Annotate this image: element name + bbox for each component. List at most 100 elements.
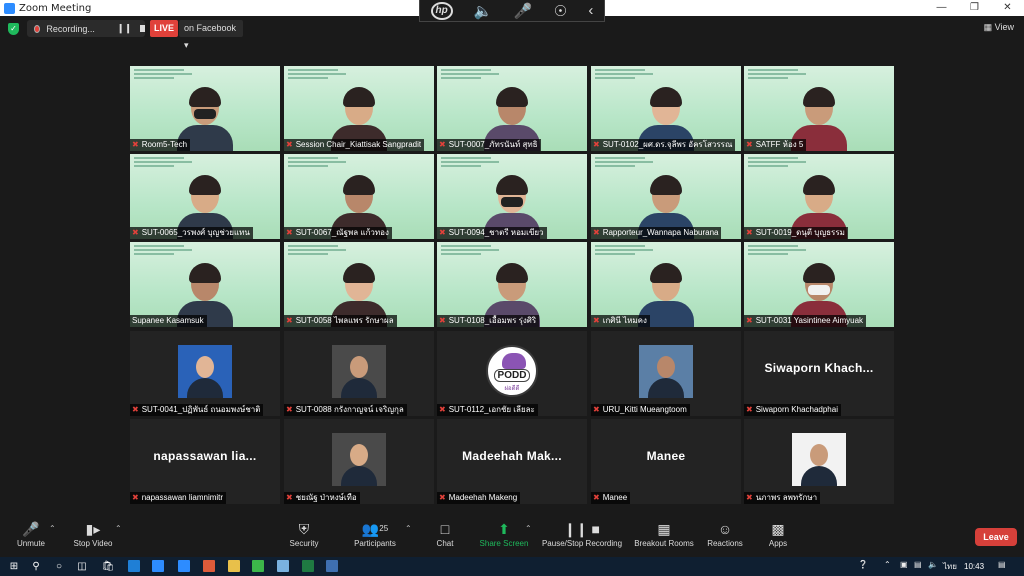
participant-name-tag: Supanee Kasamsuk bbox=[130, 315, 207, 327]
participant-name-tag: ✖ SATFF ห้อง 5 bbox=[744, 139, 807, 151]
share-screen-button[interactable]: ⬆ Share Screen bbox=[478, 517, 530, 557]
zoom-taskbar-icon[interactable] bbox=[178, 560, 190, 572]
participant-tile[interactable]: Madeehah Mak... ✖ Madeehah Makeng bbox=[437, 419, 587, 504]
minimize-icon[interactable]: — bbox=[925, 0, 958, 16]
profile-picture bbox=[639, 345, 693, 398]
security-shield-icon[interactable]: ✓ bbox=[8, 23, 19, 35]
participant-name: SUT-0041_ปฏิพันธ์ ถนอมพงษ์ชาติ bbox=[141, 405, 261, 414]
language-indicator[interactable]: ไทย bbox=[943, 560, 957, 573]
profile-picture bbox=[792, 433, 846, 486]
participant-tile[interactable]: ✖ SUT-0067_ณัฐพล แก้วทอง bbox=[284, 154, 434, 239]
mail-icon[interactable] bbox=[152, 560, 164, 572]
volume-icon[interactable]: 🔈 bbox=[928, 560, 938, 569]
speaker-icon[interactable]: 🔈 bbox=[474, 2, 493, 20]
reactions-button[interactable]: ☺ Reactions bbox=[706, 517, 744, 557]
participant-name-tag: ✖ SUT-0102_ผศ.ดร.จุลีพร อัครโสวรรณ bbox=[591, 139, 736, 151]
audio-options-caret-icon[interactable]: ⌃ bbox=[49, 524, 56, 533]
participant-tile[interactable]: Manee ✖ Manee bbox=[591, 419, 741, 504]
participant-tile[interactable]: ✖ SUT-0031 Yasintinee Aimyuak bbox=[744, 242, 894, 327]
store-bag-icon[interactable]: 🛍 bbox=[100, 559, 116, 574]
participant-tile[interactable]: napassawan lia... ✖ napassawan liamnimitr bbox=[130, 419, 280, 504]
participant-tile[interactable]: ✖ นภาพร ลพทรักษา bbox=[744, 419, 894, 504]
stop-recording-icon[interactable] bbox=[139, 25, 145, 32]
participant-tile[interactable]: ✖ SUT-0041_ปฏิพันธ์ ถนอมพงษ์ชาติ bbox=[130, 331, 280, 416]
participant-tile[interactable]: ✖ Room5-Tech bbox=[130, 66, 280, 151]
collapse-chevron-icon[interactable]: ‹ bbox=[588, 2, 593, 19]
notifications-icon[interactable]: ▤ bbox=[998, 560, 1006, 569]
help-icon[interactable]: ❔ bbox=[858, 560, 868, 569]
participant-tile[interactable]: ✖ SATFF ห้อง 5 bbox=[744, 66, 894, 151]
participants-button[interactable]: 👥25 Participants bbox=[348, 517, 402, 557]
participant-name-tag: ✖ ชยณัฐ ป่าหงษ์เทือ bbox=[284, 492, 360, 504]
maximize-icon[interactable]: ❐ bbox=[958, 0, 991, 16]
participants-icon: 👥 bbox=[361, 521, 380, 537]
recording-label: Recording... bbox=[46, 23, 95, 34]
participant-tile[interactable]: ✖ SUT-0094_ชาตรี หอมเขียว bbox=[437, 154, 587, 239]
windows-start-icon[interactable]: ⊞ bbox=[6, 559, 22, 574]
apps-button[interactable]: ▩ Apps bbox=[764, 517, 792, 557]
tray-chevron-icon[interactable]: ⌃ bbox=[884, 560, 891, 569]
participant-name-tag: ✖ SUT-0067_ณัฐพล แก้วทอง bbox=[284, 227, 392, 239]
excel-icon[interactable] bbox=[302, 560, 314, 572]
participant-tile[interactable]: ✖ SUT-0108_เอื้อมพร รุ่งศิริ bbox=[437, 242, 587, 327]
participant-tile[interactable]: ✖ URU_Kitti Mueangtoom bbox=[591, 331, 741, 416]
line-app-icon[interactable] bbox=[252, 560, 264, 572]
video-options-caret-icon[interactable]: ⌃ bbox=[115, 524, 122, 533]
participant-name-tag: ✖ SUT-0007_ภัทรนันท์ สุทธิ bbox=[437, 139, 541, 151]
participant-tile[interactable]: ✖ ชยณัฐ ป่าหงษ์เทือ bbox=[284, 419, 434, 504]
edge-browser-icon[interactable] bbox=[128, 560, 140, 572]
reactions-label: Reactions bbox=[707, 539, 743, 548]
participant-tile[interactable]: Supanee Kasamsuk bbox=[130, 242, 280, 327]
taskbar-clock[interactable]: 10:43 bbox=[964, 562, 984, 571]
zoom-app-icon bbox=[4, 2, 15, 14]
podd-logo-image: PODD ผ่อดีดี bbox=[486, 345, 538, 397]
live-stream-target-dropdown[interactable]: on Facebook ▾ bbox=[179, 20, 243, 50]
file-explorer-icon[interactable] bbox=[228, 560, 240, 572]
app-icon[interactable] bbox=[277, 560, 289, 572]
cortana-circle-icon[interactable]: ○ bbox=[51, 559, 67, 574]
microphone-icon[interactable]: 🎤 bbox=[514, 2, 533, 20]
unmute-button[interactable]: 🎤 Unmute bbox=[12, 517, 50, 557]
security-button[interactable]: ⛨ Security bbox=[284, 517, 324, 557]
network-icon[interactable]: ▤ bbox=[914, 560, 922, 569]
hp-logo-icon: hp bbox=[430, 1, 453, 20]
search-icon[interactable]: ⚲ bbox=[28, 559, 44, 574]
participant-tile[interactable]: ✖ เกศินี ไหมคง bbox=[591, 242, 741, 327]
participants-caret-icon[interactable]: ⌃ bbox=[405, 524, 412, 533]
leave-button[interactable]: Leave bbox=[975, 528, 1017, 546]
participant-name-tag: ✖ SUT-0065_วรพงศ์ บุญช่วยแทน bbox=[130, 227, 253, 239]
participant-tile[interactable]: ✖ Session Chair_Kiattisak Sangpradit bbox=[284, 66, 434, 151]
tray-app-icon[interactable]: ▣ bbox=[900, 560, 908, 569]
participant-tile[interactable]: Siwaporn Khach... ✖ Siwaporn Khachadphai bbox=[744, 331, 894, 416]
participant-tile[interactable]: ✖ SUT-0058 ไพลแพร รักษาผล bbox=[284, 242, 434, 327]
participant-tile[interactable]: ✖ SUT-0065_วรพงศ์ บุญช่วยแทน bbox=[130, 154, 280, 239]
breakout-rooms-button[interactable]: ▦ Breakout Rooms bbox=[633, 517, 695, 557]
muted-mic-icon: ✖ bbox=[439, 405, 446, 414]
participant-name: Supanee Kasamsuk bbox=[132, 316, 204, 325]
task-view-icon[interactable]: ◫ bbox=[74, 559, 90, 574]
broadcast-icon[interactable]: ☉ bbox=[554, 2, 567, 20]
stop-video-button[interactable]: ▮▸ Stop Video bbox=[70, 517, 116, 557]
participant-name-tag: ✖ Madeehah Makeng bbox=[437, 492, 521, 504]
share-options-caret-icon[interactable]: ⌃ bbox=[525, 524, 532, 533]
chrome-icon[interactable] bbox=[203, 560, 215, 572]
participant-name-tag: ✖ SUT-0088 กรังกาญจน์ เจริญกุล bbox=[284, 404, 407, 416]
participant-tile[interactable]: ✖ SUT-0102_ผศ.ดร.จุลีพร อัครโสวรรณ bbox=[591, 66, 741, 151]
participant-name-tag: ✖ SUT-0094_ชาตรี หอมเขียว bbox=[437, 227, 547, 239]
logo-text: PODD bbox=[493, 369, 531, 382]
pause-stop-recording-button[interactable]: ❙❙ ■ Pause/Stop Recording bbox=[540, 517, 624, 557]
gallery-grid: ✖ Room5-Tech ✖ Session Chair_Kiattisak Sang… bbox=[130, 66, 894, 504]
participant-tile[interactable]: ✖ SUT-0007_ภัทรนันท์ สุทธิ bbox=[437, 66, 587, 151]
close-icon[interactable]: ✕ bbox=[991, 0, 1024, 16]
app-icon-2[interactable] bbox=[326, 560, 338, 572]
participant-tile[interactable]: ✖ Rapporteur_Wannapa Naburana bbox=[591, 154, 741, 239]
participant-tile[interactable]: ✖ SUT-0019_ดนุตี บุญธรรม bbox=[744, 154, 894, 239]
view-button[interactable]: ▦ View bbox=[984, 22, 1014, 33]
chat-button[interactable]: □ Chat bbox=[430, 517, 460, 557]
participant-tile[interactable]: ✖ SUT-0088 กรังกาญจน์ เจริญกุล bbox=[284, 331, 434, 416]
muted-microphone-icon: 🎤 bbox=[22, 521, 40, 537]
participant-tile[interactable]: PODD ผ่อดีดี ✖ SUT-0112_เอกชัย เลียละ bbox=[437, 331, 587, 416]
pause-recording-icon[interactable]: ❙❙ bbox=[117, 23, 132, 34]
participant-display-name: napassawan lia... bbox=[153, 449, 257, 463]
participant-name-tag: ✖ SUT-0041_ปฏิพันธ์ ถนอมพงษ์ชาติ bbox=[130, 404, 264, 416]
